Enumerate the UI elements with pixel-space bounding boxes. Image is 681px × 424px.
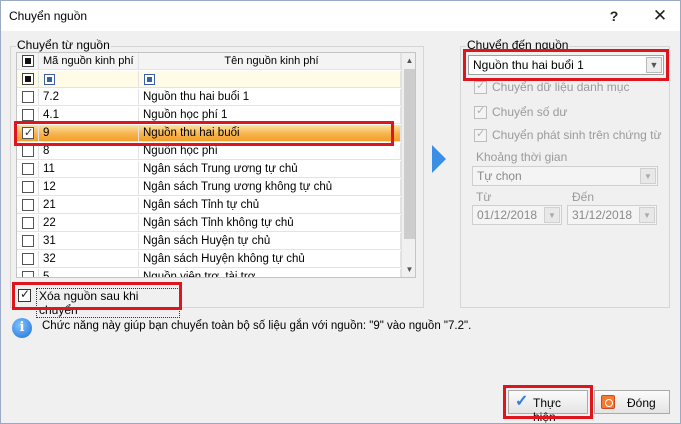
row-checkbox[interactable] <box>22 145 34 157</box>
row-name: Ngân sách Huyện không tự chủ <box>139 251 401 268</box>
row-name: Ngân sách Tỉnh không tự chủ <box>139 215 401 232</box>
run-button-highlight <box>503 385 593 419</box>
row-checkbox[interactable] <box>22 235 34 247</box>
to-date-value: 31/12/2018 <box>572 208 633 222</box>
row-checkbox[interactable] <box>22 91 34 103</box>
grid-header: Mã nguồn kinh phí Tên nguồn kinh phí <box>17 53 401 70</box>
row-code: 31 <box>39 233 139 250</box>
scroll-down-icon[interactable]: ▼ <box>402 262 415 277</box>
from-date-input: 01/12/2018 ▼ <box>472 205 562 225</box>
table-row[interactable]: 11 Ngân sách Trung ương tự chủ <box>17 161 401 178</box>
table-row[interactable]: 22 Ngân sách Tỉnh không tự chủ <box>17 215 401 232</box>
transfer-catalog-label: Chuyển dữ liệu danh mục <box>492 80 630 94</box>
info-message: Chức năng này giúp bạn chuyển toàn bộ số… <box>42 320 472 332</box>
row-checkbox[interactable] <box>22 253 34 265</box>
row-code: 32 <box>39 251 139 268</box>
row-check-cell[interactable] <box>17 179 39 196</box>
filter-checkbox-icon[interactable] <box>22 73 34 85</box>
period-value: Tự chọn <box>477 169 522 183</box>
power-icon <box>601 395 615 409</box>
row-check-cell[interactable] <box>17 215 39 232</box>
delete-checkbox-highlight <box>12 282 182 310</box>
row-code: 12 <box>39 179 139 196</box>
chevron-down-icon: ▼ <box>640 168 656 184</box>
table-row[interactable]: 31 Ngân sách Huyện tự chủ <box>17 233 401 250</box>
row-name: Ngân sách Trung ương không tự chủ <box>139 179 401 196</box>
row-code: 22 <box>39 215 139 232</box>
table-row[interactable]: 12 Ngân sách Trung ương không tự chủ <box>17 179 401 196</box>
to-label: Đến <box>572 190 595 204</box>
filter-row <box>17 71 401 88</box>
transfer-transactions-checkbox <box>474 127 487 142</box>
select-all-cell[interactable] <box>17 53 39 70</box>
transfer-catalog-checkbox <box>474 79 487 94</box>
row-check-cell[interactable] <box>17 89 39 106</box>
close-button-label: Đóng <box>627 396 656 410</box>
filter-cell-check <box>17 71 39 88</box>
column-header-name[interactable]: Tên nguồn kinh phí <box>139 53 401 70</box>
to-date-input: 31/12/2018 ▼ <box>567 205 657 225</box>
filter-icon[interactable] <box>144 74 155 85</box>
chevron-down-icon: ▼ <box>639 207 655 223</box>
row-name: Nguồn viện trợ, tài trợ <box>139 269 401 277</box>
row-check-cell[interactable] <box>17 269 39 277</box>
target-select-highlight <box>463 49 669 81</box>
transfer-arrow-icon <box>432 145 446 173</box>
scroll-up-icon[interactable]: ▲ <box>402 53 415 68</box>
window-title: Chuyển nguồn <box>9 9 88 23</box>
filter-cell-code[interactable] <box>39 71 139 88</box>
help-button[interactable]: ? <box>601 5 627 27</box>
period-label: Khoảng thời gian <box>476 150 568 164</box>
from-date-value: 01/12/2018 <box>477 208 538 222</box>
chevron-down-icon: ▼ <box>544 207 560 223</box>
close-button[interactable]: Đóng <box>594 390 670 414</box>
row-checkbox[interactable] <box>22 181 34 193</box>
period-select: Tự chọn ▼ <box>472 166 658 186</box>
row-checkbox[interactable] <box>22 217 34 229</box>
row-name: Ngân sách Huyện tự chủ <box>139 233 401 250</box>
table-row[interactable]: 21 Ngân sách Tỉnh tự chủ <box>17 197 401 214</box>
row-code: 21 <box>39 197 139 214</box>
row-code: 7.2 <box>39 89 139 106</box>
title-bar: Chuyển nguồn ? ✕ <box>1 1 680 31</box>
row-code: 5 <box>39 269 139 277</box>
source-grid: Mã nguồn kinh phí Tên nguồn kinh phí 7.2… <box>16 52 416 278</box>
from-label: Từ <box>476 190 492 204</box>
row-name: Ngân sách Tỉnh tự chủ <box>139 197 401 214</box>
row-checkbox[interactable] <box>22 271 34 277</box>
row-checkbox[interactable] <box>22 199 34 211</box>
row-code: 11 <box>39 161 139 178</box>
selected-row-highlight <box>14 121 394 146</box>
table-row[interactable]: 5 Nguồn viện trợ, tài trợ <box>17 269 401 277</box>
row-checkbox[interactable] <box>22 109 34 121</box>
filter-cell-name[interactable] <box>139 71 401 88</box>
transfer-balance-checkbox <box>474 104 487 119</box>
scroll-thumb[interactable] <box>404 69 415 239</box>
row-checkbox[interactable] <box>22 163 34 175</box>
transfer-balance-label: Chuyển số dư <box>492 105 568 119</box>
column-header-code[interactable]: Mã nguồn kinh phí <box>39 53 139 70</box>
close-icon[interactable]: ✕ <box>647 5 673 27</box>
source-legend: Chuyển từ nguồn <box>16 38 111 52</box>
transfer-transactions-label: Chuyển phát sinh trên chứng từ <box>492 128 662 142</box>
row-name: Nguồn thu hai buổi 1 <box>139 89 401 106</box>
row-name: Ngân sách Trung ương tự chủ <box>139 161 401 178</box>
info-icon: i <box>12 318 32 338</box>
select-all-checkbox[interactable] <box>22 55 34 67</box>
table-row[interactable]: 32 Ngân sách Huyện không tự chủ <box>17 251 401 268</box>
grid-scrollbar[interactable]: ▲ ▼ <box>401 53 415 277</box>
row-check-cell[interactable] <box>17 251 39 268</box>
filter-icon[interactable] <box>44 74 55 85</box>
row-check-cell[interactable] <box>17 197 39 214</box>
row-check-cell[interactable] <box>17 161 39 178</box>
table-row[interactable]: 7.2 Nguồn thu hai buổi 1 <box>17 89 401 106</box>
row-check-cell[interactable] <box>17 233 39 250</box>
